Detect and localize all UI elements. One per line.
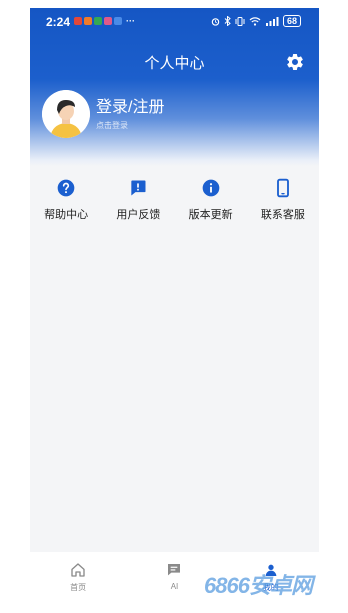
alarm-icon	[211, 17, 220, 26]
page-title: 个人中心	[144, 55, 205, 72]
bluetooth-icon	[224, 16, 231, 26]
battery-indicator: 68	[282, 15, 301, 27]
action-user-feedback[interactable]: 用户反馈	[102, 178, 174, 222]
app-notification-icon	[104, 17, 112, 25]
app-notification-icon	[114, 17, 122, 25]
profile-text: 登录/注册 点击登录	[96, 98, 164, 131]
system-icons: 68	[211, 15, 301, 27]
app-screen: 2:24 ··· 68 个人中心 登录/注册 点击登录 帮助中心 用户反馈 版本…	[30, 8, 319, 552]
app-notification-icon	[94, 17, 102, 25]
user-avatar-icon	[42, 90, 90, 138]
tab-label: 首页	[70, 583, 87, 592]
login-hint: 点击登录	[96, 120, 128, 130]
wifi-icon	[249, 16, 261, 26]
vibrate-icon	[235, 16, 245, 26]
gear-icon[interactable]	[285, 52, 305, 72]
chat-icon	[168, 564, 181, 576]
login-register-label[interactable]: 登录/注册	[96, 98, 164, 118]
status-bar: 2:24 ··· 68	[30, 8, 319, 36]
watermark-logo: 6866安卓网	[204, 573, 313, 598]
home-icon	[71, 563, 85, 577]
avatar[interactable]	[42, 90, 90, 138]
tab-label: AI	[170, 582, 179, 591]
action-label: 版本更新	[188, 209, 233, 221]
more-notifications: ···	[126, 16, 135, 26]
action-version-update[interactable]: 版本更新	[175, 178, 247, 222]
action-label: 用户反馈	[116, 209, 161, 221]
feedback-icon	[131, 180, 146, 196]
app-notification-icon	[74, 17, 82, 25]
login-profile-card[interactable]: 登录/注册 点击登录	[42, 90, 164, 138]
tab-home[interactable]: 首页	[30, 552, 126, 602]
action-label: 帮助中心	[44, 209, 89, 221]
status-time: 2:24	[46, 15, 71, 29]
phone-icon	[276, 178, 289, 198]
notification-icons: ···	[74, 16, 135, 26]
action-label: 联系客服	[260, 209, 305, 221]
signal-icon	[265, 16, 279, 26]
action-help-center[interactable]: 帮助中心	[30, 178, 102, 222]
app-notification-icon	[84, 17, 92, 25]
question-circle-icon	[57, 179, 75, 197]
quick-actions: 帮助中心 用户反馈 版本更新 联系客服	[30, 178, 319, 222]
action-contact-support[interactable]: 联系客服	[247, 178, 319, 222]
info-circle-icon	[202, 179, 219, 197]
